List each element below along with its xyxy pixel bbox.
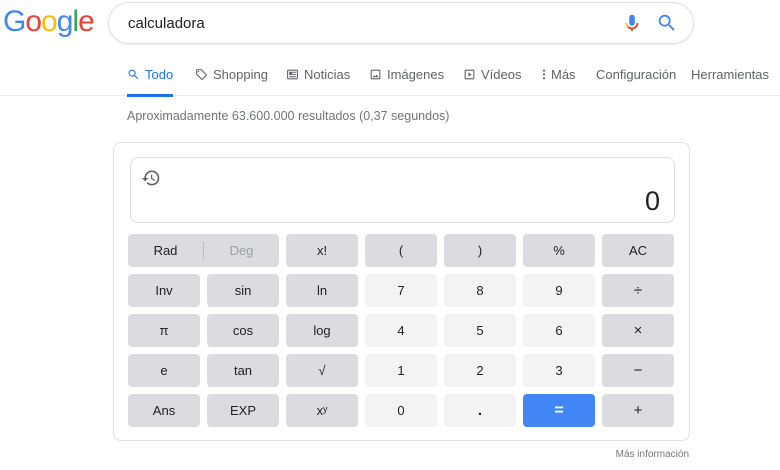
image-icon [369, 68, 382, 81]
exp-button[interactable]: EXP [207, 394, 279, 427]
digit-7-button[interactable]: 7 [365, 274, 437, 307]
digit-5-button[interactable]: 5 [444, 314, 516, 347]
search-tabs: Todo Shopping Noticias Imágenes Vídeos M… [0, 56, 780, 97]
digit-1-button[interactable]: 1 [365, 354, 437, 387]
more-info-link[interactable]: Más información [616, 449, 689, 460]
sin-button[interactable]: sin [207, 274, 279, 307]
factorial-button[interactable]: x! [286, 234, 358, 267]
microphone-icon[interactable] [621, 12, 643, 34]
tab-label: Vídeos [481, 67, 522, 82]
newspaper-icon [286, 68, 299, 81]
tab-configuracion[interactable]: Configuración [596, 56, 676, 96]
tab-shopping[interactable]: Shopping [195, 56, 268, 96]
cos-button[interactable]: cos [207, 314, 279, 347]
power-button[interactable]: xʸ [286, 394, 358, 427]
tab-videos[interactable]: Vídeos [463, 56, 521, 96]
ln-button[interactable]: ln [286, 274, 358, 307]
tag-icon [195, 68, 208, 81]
logo-letter: G [3, 5, 26, 38]
logo-letter: o [41, 5, 58, 38]
digit-2-button[interactable]: 2 [444, 354, 516, 387]
digit-8-button[interactable]: 8 [444, 274, 516, 307]
tan-button[interactable]: tan [207, 354, 279, 387]
tab-label: Configuración [596, 67, 677, 82]
decimal-point-button[interactable]: . [444, 394, 516, 427]
minus-button[interactable]: − [602, 354, 674, 387]
sqrt-button[interactable]: √ [286, 354, 358, 387]
tab-imagenes[interactable]: Imágenes [369, 56, 444, 96]
tab-label: Más [551, 67, 576, 82]
search-box [108, 2, 694, 44]
divide-button[interactable]: ÷ [602, 274, 674, 307]
search-input[interactable] [128, 3, 588, 43]
tab-label: Imágenes [387, 67, 445, 82]
tab-label: Todo [145, 67, 174, 82]
multiply-button[interactable]: × [602, 314, 674, 347]
search-icon [127, 68, 140, 81]
logo-letter: g [56, 5, 74, 38]
digit-4-button[interactable]: 4 [365, 314, 437, 347]
inverse-button[interactable]: Inv [128, 274, 200, 307]
digit-3-button[interactable]: 3 [523, 354, 595, 387]
tab-todo[interactable]: Todo [127, 56, 174, 97]
rad-button[interactable]: Rad [128, 234, 203, 267]
tab-noticias[interactable]: Noticias [286, 56, 350, 96]
deg-button[interactable]: Deg [204, 234, 279, 267]
percent-button[interactable]: % [523, 234, 595, 267]
play-icon [463, 68, 476, 81]
tab-herramientas[interactable]: Herramientas [691, 56, 769, 96]
logo-letter: o [25, 5, 42, 38]
answer-button[interactable]: Ans [128, 394, 200, 427]
tab-label: Noticias [304, 67, 351, 82]
history-icon[interactable] [141, 168, 161, 188]
tab-label: Herramientas [691, 67, 770, 82]
calculator-card: 0 Rad Deg x! ( ) % AC Inv sin ln 7 8 9 ÷… [113, 142, 690, 441]
logo-letter: e [78, 5, 95, 38]
angle-mode-toggle: Rad Deg [128, 234, 279, 267]
digit-6-button[interactable]: 6 [523, 314, 595, 347]
result-stats: Aproximadamente 63.600.000 resultados (0… [127, 109, 450, 123]
equals-button[interactable]: = [523, 394, 595, 427]
plus-button[interactable]: + [602, 394, 674, 427]
euler-button[interactable]: e [128, 354, 200, 387]
open-paren-button[interactable]: ( [365, 234, 437, 267]
tab-mas[interactable]: Más [540, 56, 576, 96]
calculator-display: 0 [130, 157, 675, 223]
log-button[interactable]: log [286, 314, 358, 347]
google-logo[interactable]: Google [3, 4, 95, 40]
display-value: 0 [644, 186, 660, 216]
digit-0-button[interactable]: 0 [365, 394, 437, 427]
more-vert-icon [540, 68, 548, 81]
pi-button[interactable]: π [128, 314, 200, 347]
close-paren-button[interactable]: ) [444, 234, 516, 267]
digit-9-button[interactable]: 9 [523, 274, 595, 307]
tab-label: Shopping [213, 67, 268, 82]
search-icon[interactable] [656, 12, 678, 34]
all-clear-button[interactable]: AC [602, 234, 674, 267]
